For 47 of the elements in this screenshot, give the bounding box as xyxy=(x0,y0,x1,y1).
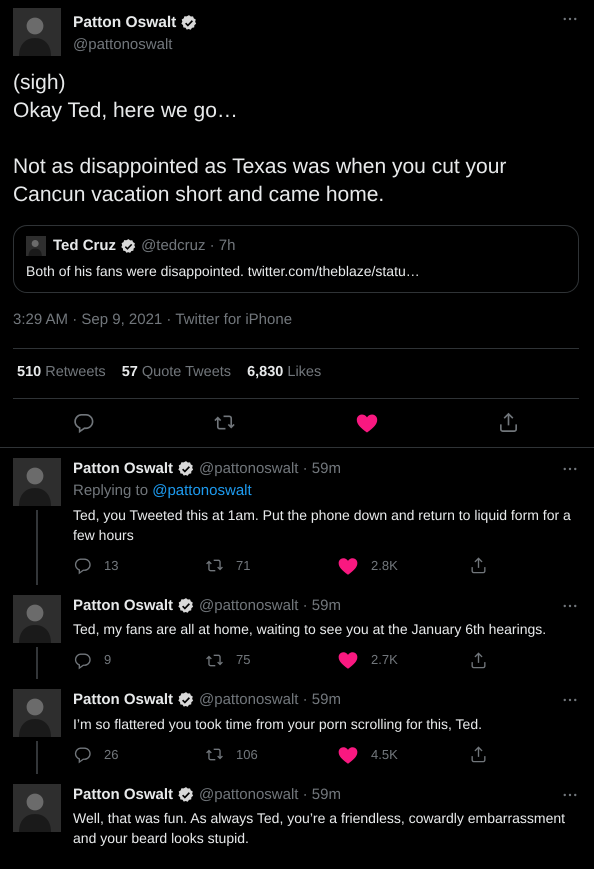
author-name[interactable]: Patton Oswalt xyxy=(73,784,174,806)
author-handle[interactable]: @pattonoswalt · 59m xyxy=(199,458,341,480)
quoted-tweet-text: Both of his fans were disappointed. twitter.com/theblaze/statu… xyxy=(26,262,421,282)
tweet-timestamp: 3:29 AM · Sep 9, 2021 · Twitter for iPhone xyxy=(13,310,294,330)
avatar xyxy=(13,689,61,737)
stat-link[interactable]: 510 Retweets xyxy=(17,362,106,384)
stat-link[interactable]: 57 Quote Tweets xyxy=(122,362,232,384)
author-handle[interactable]: @pattonoswalt · 59m xyxy=(199,594,341,617)
author-handle[interactable]: @pattonoswalt · 59m xyxy=(199,689,341,712)
author-handle: @tedcruz · 7h xyxy=(141,236,236,256)
reply-icon xyxy=(73,745,92,764)
mention-link[interactable]: @pattonoswalt xyxy=(152,482,252,499)
reply-text: Ted, my fans are all at home, waiting to see you at the January 6th hearings. xyxy=(73,620,548,639)
avatar xyxy=(26,236,46,256)
author-name[interactable]: Ted Cruz xyxy=(53,234,116,258)
retweet-button[interactable]: 106 xyxy=(205,744,337,764)
reply-text: Well, that was fun. As always Ted, you’re a friendless, cowardly embarrassment and your beard looks stupid. xyxy=(73,809,566,848)
author-name[interactable]: Patton Oswalt xyxy=(73,689,174,712)
like-button[interactable]: 4.5K xyxy=(337,744,469,766)
stat-link[interactable]: 6,830 Likes xyxy=(247,362,322,384)
like-button[interactable]: 2.8K xyxy=(337,554,469,576)
author-name[interactable]: Patton Oswalt xyxy=(73,11,176,34)
avatar xyxy=(13,458,61,506)
reply-icon xyxy=(73,556,92,575)
share-icon[interactable] xyxy=(469,650,488,670)
avatar xyxy=(13,784,61,832)
like-button[interactable]: 2.7K xyxy=(337,649,469,671)
reply-button[interactable]: 26 xyxy=(73,744,205,764)
share-icon[interactable] xyxy=(469,745,488,764)
reply-button[interactable]: 9 xyxy=(73,650,205,670)
tweet-text: (sigh) Okay Ted, here we go… Not as disappointed as Texas was when you cut your Cancun vacation short and came home. xyxy=(13,70,508,208)
avatar xyxy=(13,8,61,56)
reply-icon[interactable] xyxy=(72,411,96,434)
author-name[interactable]: Patton Oswalt xyxy=(73,594,174,617)
share-icon[interactable] xyxy=(469,556,488,575)
author-name[interactable]: Patton Oswalt xyxy=(73,458,174,480)
retweet-button[interactable]: 71 xyxy=(205,556,337,576)
author-handle[interactable]: @pattonoswalt xyxy=(73,34,553,57)
reply-icon xyxy=(73,650,92,670)
replying-to-text: Replying to @pattonoswalt xyxy=(73,481,253,501)
author-handle[interactable]: @pattonoswalt · 59m xyxy=(199,784,341,806)
reply-text: I’m so flattered you took time from your porn scrolling for this, Ted. xyxy=(73,714,484,734)
avatar xyxy=(13,594,61,642)
quoted-tweet-card[interactable]: Ted Cruz @tedcruz · 7h Both of his fans were disappointed. twitter.com/theblaze/statu… xyxy=(13,224,579,294)
retweet-button[interactable]: 75 xyxy=(205,650,337,670)
reply-button[interactable]: 13 xyxy=(73,556,205,576)
reply-text: Ted, you Tweeted this at 1am. Put the phone down and return to liquid form for a few hours xyxy=(73,506,572,544)
